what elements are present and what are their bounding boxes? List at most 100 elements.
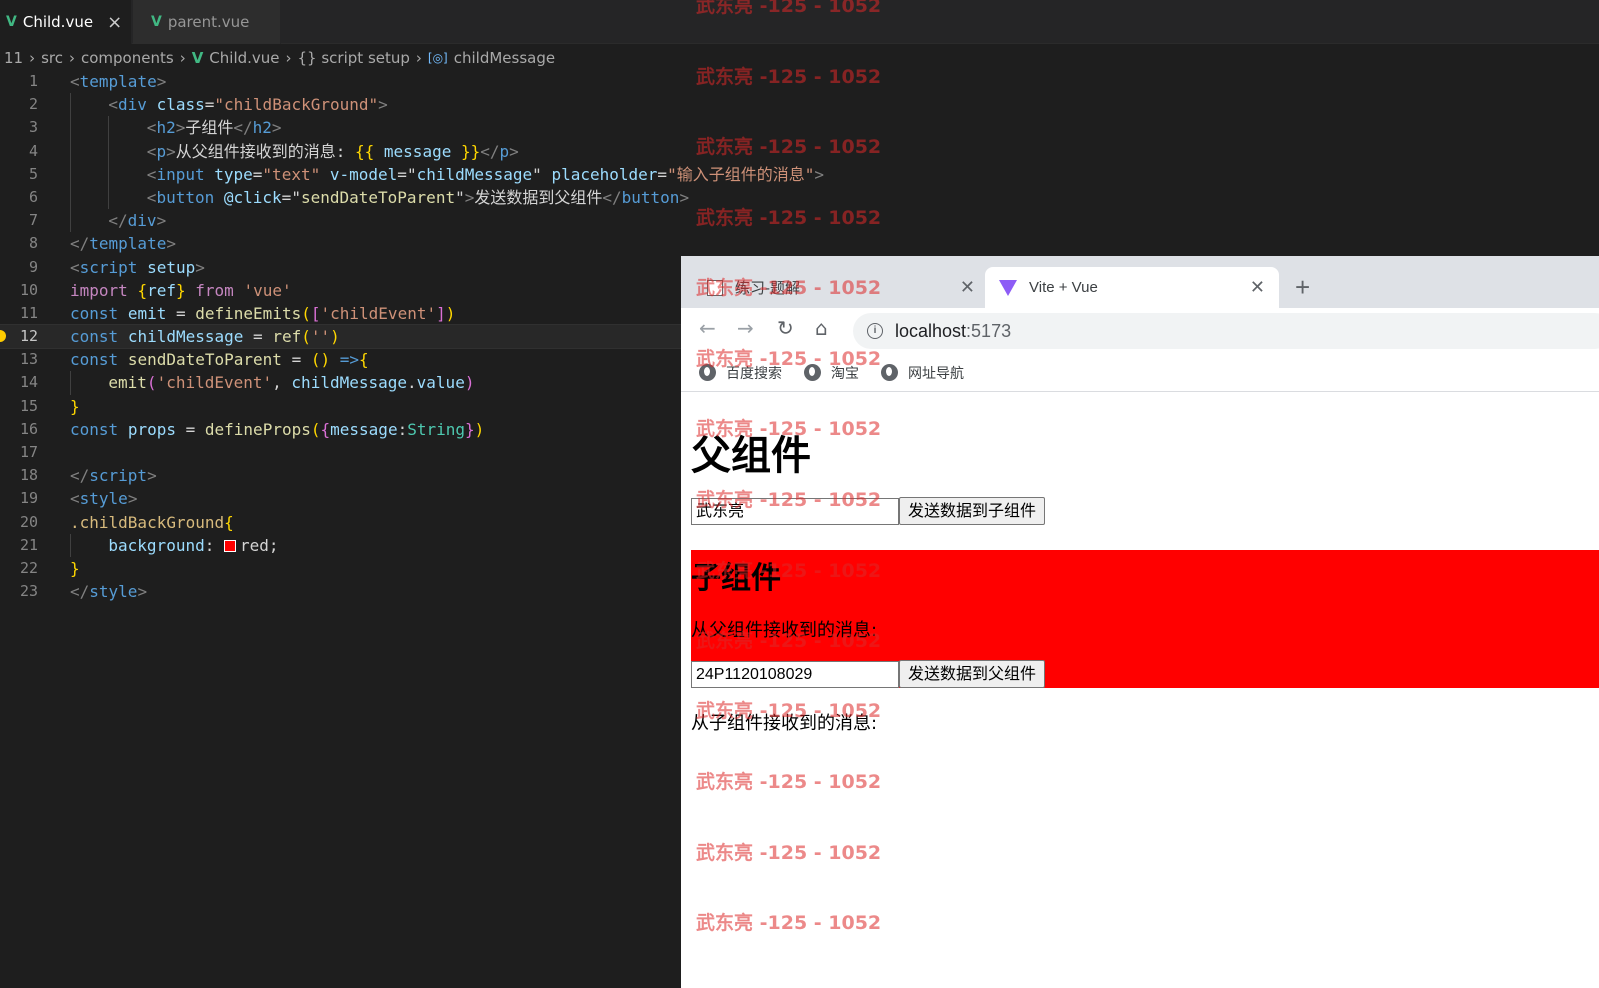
code-token: div xyxy=(127,211,157,231)
code-token: sendDateToParent xyxy=(300,187,456,207)
code-text: background: red; xyxy=(108,534,278,557)
code-area[interactable]: 1 <template> 2 <div class="childBackGround"… xyxy=(0,70,824,603)
code-token: template xyxy=(79,72,157,91)
code-token: [ xyxy=(310,303,321,323)
info-icon[interactable]: i xyxy=(867,323,883,339)
indent-guide xyxy=(70,533,71,557)
close-icon[interactable]: ✕ xyxy=(1250,277,1265,298)
browser-tab-inactive[interactable]: 练习-题解 ✕ xyxy=(699,267,989,308)
send-to-parent-button[interactable]: 发送数据到父组件 xyxy=(899,660,1046,688)
code-line[interactable]: 2 <div class="childBackGround"> xyxy=(0,93,700,117)
code-text: <script setup> xyxy=(70,256,205,279)
code-token: </ xyxy=(108,211,128,231)
reload-icon[interactable]: ↻ xyxy=(777,316,794,340)
new-tab-icon[interactable]: + xyxy=(1295,272,1310,302)
variable-icon: [◎] xyxy=(427,51,448,65)
indent-guide xyxy=(108,162,110,186)
code-line[interactable]: 18 </script> xyxy=(0,464,700,487)
code-line[interactable]: 13 const sendDateToParent = () =>{ xyxy=(0,348,700,371)
code-text: const sendDateToParent = () =>{ xyxy=(70,348,369,371)
code-token: > xyxy=(147,466,157,486)
parent-input[interactable]: 武东亮 xyxy=(691,498,899,525)
code-token: ( xyxy=(146,373,157,393)
close-icon[interactable]: ✕ xyxy=(960,277,975,298)
code-token: .childBackGround xyxy=(70,512,225,532)
address-bar[interactable]: i localhost:5173 xyxy=(853,313,1599,349)
code-token: props xyxy=(127,419,176,439)
send-to-child-button[interactable]: 发送数据到子组件 xyxy=(899,497,1046,525)
tab-child-vue[interactable]: V Child.vue × xyxy=(0,0,132,44)
code-token: = xyxy=(281,350,311,370)
code-token: = xyxy=(175,419,205,439)
code-line[interactable]: 23 </style> xyxy=(0,580,700,603)
code-line[interactable]: 19 <style> xyxy=(0,487,700,510)
code-line[interactable]: 22} xyxy=(0,557,700,580)
code-line[interactable]: 6 <button @click="sendDateToParent">发送数据到… xyxy=(0,185,700,210)
code-token: > xyxy=(378,95,388,115)
tab-label: Child.vue xyxy=(22,13,94,31)
code-line[interactable]: 17 xyxy=(0,441,700,464)
back-arrow-icon[interactable]: ← xyxy=(699,316,716,340)
code-token: childMessage xyxy=(291,373,408,393)
code-line[interactable]: 10 import {ref} from 'vue' xyxy=(0,279,700,302)
code-line[interactable]: 4 <p>从父组件接收到的消息: {{ message }}</p> xyxy=(0,139,700,163)
breadcrumb-item[interactable]: {} script setup xyxy=(298,49,410,67)
code-line[interactable]: 9 <script setup> xyxy=(0,256,700,279)
globe-icon xyxy=(699,364,716,381)
code-text: <button @click="sendDateToParent">发送数据到父… xyxy=(147,186,689,209)
breadcrumb-item[interactable]: childMessage xyxy=(454,49,555,67)
forward-arrow-icon[interactable]: → xyxy=(737,316,754,340)
line-number: 15 xyxy=(19,396,38,415)
close-icon[interactable]: × xyxy=(107,12,122,33)
breadcrumb-item[interactable]: 11 xyxy=(4,49,23,67)
bookmark-item[interactable]: 淘宝 xyxy=(804,363,859,383)
code-line[interactable]: 7 </div> xyxy=(0,209,700,233)
browser-tab-active[interactable]: Vite + Vue ✕ xyxy=(985,267,1279,308)
code-text: const childMessage = ref('') xyxy=(70,325,340,348)
breadcrumb-item[interactable]: components xyxy=(81,49,174,67)
bookmark-item[interactable]: 百度搜索 xyxy=(699,363,782,383)
code-token: { xyxy=(359,350,369,370)
line-number: 22 xyxy=(19,558,38,577)
line-number: 7 xyxy=(28,211,38,230)
page-viewport: 父组件 武东亮 发送数据到子组件 子组件 从父组件接收到的消息: 24P1120… xyxy=(681,393,1599,988)
globe-icon xyxy=(804,364,821,381)
code-token: ( xyxy=(301,327,311,347)
code-token: from xyxy=(195,280,234,300)
code-line[interactable]: 21 background: red; xyxy=(0,533,700,557)
code-line[interactable]: 12 const childMessage = ref('') xyxy=(0,324,701,350)
code-line[interactable]: 14 emit('childEvent', childMessage.value) xyxy=(0,371,700,395)
tab-parent-vue[interactable]: V parent.vue xyxy=(133,0,281,44)
code-token: {{ xyxy=(355,141,375,161)
code-line[interactable]: 11 const emit = defineEmits(['childEvent'… xyxy=(0,302,700,325)
code-line[interactable]: 20 .childBackGround{ xyxy=(0,511,700,534)
code-line[interactable]: 1 <template> xyxy=(0,70,700,93)
code-token: 'vue' xyxy=(243,280,292,300)
home-icon[interactable]: ⌂ xyxy=(815,316,828,340)
code-token: } xyxy=(465,419,475,439)
code-line[interactable]: 16 const props = defineProps({message:Str… xyxy=(0,418,700,441)
code-token: = xyxy=(252,164,263,184)
code-token: sendDateToParent xyxy=(127,350,282,370)
color-swatch-icon[interactable] xyxy=(223,539,236,552)
child-input[interactable]: 24P1120108029 xyxy=(691,661,899,688)
code-token: const xyxy=(70,303,119,323)
code-line[interactable]: 5 <input type="text" v-model="childMessag… xyxy=(0,162,824,186)
code-token: placeholder xyxy=(551,164,658,184)
breadcrumb-item[interactable]: src xyxy=(41,49,63,67)
browser-tab-label: 练习-题解 xyxy=(735,280,800,297)
code-line[interactable]: 8 </template> xyxy=(0,232,700,255)
bookmark-label: 百度搜索 xyxy=(726,365,782,382)
code-token: "childBackGround" xyxy=(214,95,379,115)
bookmark-item[interactable]: 网址导航 xyxy=(881,363,964,383)
code-line[interactable]: 15} xyxy=(0,395,700,418)
code-line[interactable]: 3 <h2>子组件</h2> xyxy=(0,116,700,140)
code-token: button xyxy=(156,187,215,207)
breadcrumb-item[interactable]: Child.vue xyxy=(209,49,279,67)
